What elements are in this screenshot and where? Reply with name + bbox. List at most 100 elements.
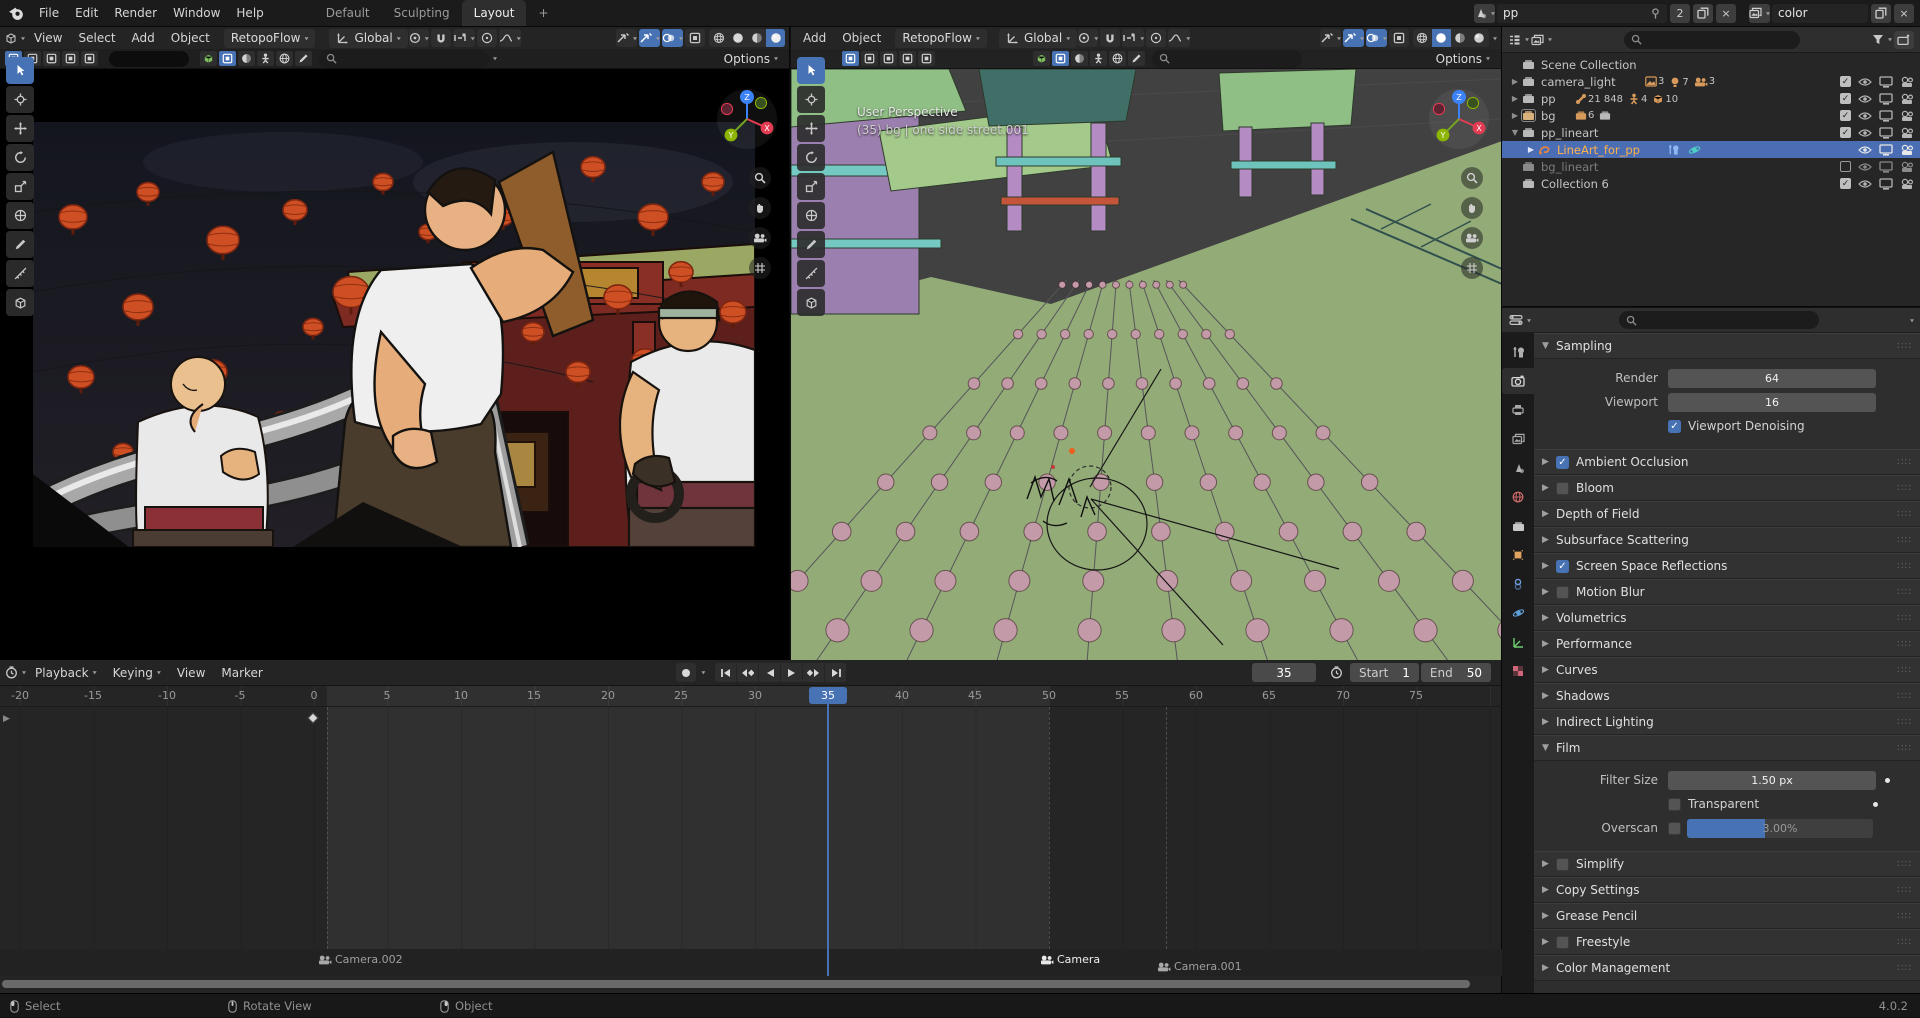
shading-wireframe-button[interactable] bbox=[709, 29, 728, 47]
panel-indirect-lighting[interactable]: ▶Indirect Lighting∷∷ bbox=[1534, 709, 1920, 735]
options-dropdown[interactable]: Options▾ bbox=[1429, 49, 1497, 68]
overlays-dropdown[interactable]: ▾ bbox=[1366, 29, 1387, 47]
shading-solid-button[interactable] bbox=[1432, 29, 1451, 47]
properties-editor-icon[interactable]: ▾ bbox=[1509, 311, 1531, 329]
annotate-tool[interactable] bbox=[797, 231, 825, 258]
retopo-half-icon[interactable] bbox=[1071, 51, 1088, 66]
snap-toggle[interactable] bbox=[1100, 29, 1120, 47]
cursor-tool[interactable] bbox=[797, 86, 825, 113]
shading-solid-button[interactable] bbox=[728, 29, 747, 47]
proportional-edit-toggle[interactable] bbox=[477, 29, 497, 47]
animate-dot-icon[interactable] bbox=[1885, 778, 1890, 783]
select-mode-box[interactable] bbox=[861, 51, 878, 66]
select-mode-paint[interactable] bbox=[81, 51, 98, 66]
panel-ambient-occlusion[interactable]: ▶✓Ambient Occlusion∷∷ bbox=[1534, 449, 1920, 475]
outliner-row-camera-light[interactable]: ▶ camera_light 3 7 3 ✓ bbox=[1502, 73, 1920, 90]
marker-camera[interactable]: Camera bbox=[1040, 953, 1100, 966]
ssr-checkbox[interactable]: ✓ bbox=[1556, 560, 1569, 573]
snap-target-dropdown[interactable]: ▾ bbox=[1122, 29, 1144, 47]
options-dropdown[interactable]: Options▾ bbox=[717, 49, 785, 68]
viewport-denoising-checkbox[interactable]: ✓ bbox=[1668, 420, 1681, 433]
menu-keying[interactable]: Keying▾ bbox=[105, 660, 169, 685]
timeline-editor-icon[interactable]: ▾ bbox=[5, 664, 26, 682]
hide-eye-icon[interactable] bbox=[1858, 179, 1872, 189]
hide-eye-icon[interactable] bbox=[1858, 145, 1872, 155]
expand-icon[interactable]: ▶ bbox=[1508, 111, 1522, 120]
shading-rendered-button[interactable] bbox=[766, 29, 785, 47]
panel-sampling[interactable]: ▼Sampling∷∷ bbox=[1534, 333, 1920, 359]
tab-object-data[interactable] bbox=[1502, 629, 1534, 655]
marker-camera-002[interactable]: Camera.002 bbox=[318, 953, 403, 966]
menu-select[interactable]: Select bbox=[71, 27, 124, 49]
outliner-display-mode-dropdown[interactable]: ▾ bbox=[1508, 31, 1529, 49]
retopo-source-icon[interactable] bbox=[1033, 51, 1050, 66]
prev-keyframe-button[interactable] bbox=[737, 663, 759, 682]
frame-end-field[interactable]: End50 bbox=[1421, 663, 1491, 682]
scene-browse-button[interactable]: ▾ bbox=[1474, 4, 1495, 23]
tab-scene[interactable] bbox=[1502, 455, 1534, 481]
scene-copy-button[interactable] bbox=[1693, 4, 1713, 23]
disable-render-icon[interactable] bbox=[1900, 178, 1914, 190]
select-mode-lasso[interactable] bbox=[899, 51, 916, 66]
menu-object[interactable]: Object bbox=[163, 27, 218, 49]
new-collection-button[interactable] bbox=[1894, 31, 1914, 49]
menu-add[interactable]: Add bbox=[795, 27, 834, 49]
xray-toggle[interactable] bbox=[685, 29, 705, 47]
frame-start-field[interactable]: Start1 bbox=[1350, 663, 1419, 682]
marker-camera-001[interactable]: Camera.001 bbox=[1157, 960, 1242, 973]
camera-view-icon[interactable] bbox=[1461, 227, 1483, 249]
filter-size-field[interactable]: 1.50 px bbox=[1668, 771, 1876, 790]
zoom-view-icon[interactable] bbox=[749, 167, 771, 189]
bloom-checkbox[interactable] bbox=[1556, 482, 1569, 495]
hide-eye-icon[interactable] bbox=[1858, 111, 1872, 121]
menu-playback[interactable]: Playback▾ bbox=[27, 660, 105, 685]
gizmo-toggle[interactable]: ▾ bbox=[1343, 29, 1364, 47]
overscan-checkbox[interactable] bbox=[1668, 822, 1681, 835]
panel-subsurface-scattering[interactable]: ▶Subsurface Scattering∷∷ bbox=[1534, 527, 1920, 553]
tab-tool[interactable] bbox=[1502, 339, 1534, 365]
menu-view[interactable]: View bbox=[169, 660, 213, 685]
properties-search-input[interactable] bbox=[1619, 311, 1819, 329]
snap-target-dropdown[interactable]: ▾ bbox=[453, 29, 475, 47]
current-frame-field[interactable]: 35 bbox=[1252, 663, 1316, 682]
playhead[interactable] bbox=[827, 700, 829, 976]
expand-icon[interactable]: ▶ bbox=[1508, 94, 1522, 103]
timeline-tracks[interactable] bbox=[0, 707, 1502, 976]
chevron-down-icon[interactable]: ▾ bbox=[701, 669, 705, 676]
exclude-checkbox[interactable]: ✓ bbox=[1840, 178, 1851, 189]
disable-render-icon[interactable] bbox=[1900, 93, 1914, 105]
panel-depth-of-field[interactable]: ▶Depth of Field∷∷ bbox=[1534, 501, 1920, 527]
active-tool-dropdown[interactable]: RetopoFlow▾ bbox=[895, 29, 987, 48]
panel-curves[interactable]: ▶Curves∷∷ bbox=[1534, 657, 1920, 683]
tab-constraints[interactable] bbox=[1502, 571, 1534, 597]
proportional-falloff-dropdown[interactable]: ▾ bbox=[1168, 29, 1190, 47]
axis-gizmo[interactable]: Z X Y bbox=[715, 87, 779, 151]
tab-render[interactable] bbox=[1502, 368, 1534, 394]
rendered-view[interactable] bbox=[33, 122, 755, 547]
tab-world[interactable] bbox=[1502, 484, 1534, 510]
tool-search-input[interactable] bbox=[1152, 50, 1302, 68]
transform-tool[interactable] bbox=[6, 202, 34, 229]
pivot-point-dropdown[interactable]: ▾ bbox=[409, 29, 429, 47]
retopo-source-icon[interactable] bbox=[200, 51, 217, 66]
measure-tool[interactable] bbox=[6, 260, 34, 287]
hide-eye-icon[interactable] bbox=[1858, 128, 1872, 138]
disable-render-icon[interactable] bbox=[1900, 76, 1914, 88]
simplify-checkbox[interactable] bbox=[1556, 858, 1569, 871]
menu-render[interactable]: Render bbox=[106, 0, 165, 26]
camera-view-icon[interactable] bbox=[749, 227, 771, 249]
retopo-stamp-icon[interactable] bbox=[1128, 51, 1145, 66]
hide-eye-icon[interactable] bbox=[1858, 162, 1872, 172]
pin-icon[interactable] bbox=[1650, 8, 1661, 19]
exclude-checkbox[interactable]: ✓ bbox=[1840, 93, 1851, 104]
workspace-tab-sculpting[interactable]: Sculpting bbox=[382, 0, 462, 26]
retopo-world-icon[interactable] bbox=[276, 51, 293, 66]
scene-unlink-button[interactable]: × bbox=[1716, 4, 1736, 23]
viewport-rendered[interactable]: ▾ View Select Add Object RetopoFlow▾ Glo… bbox=[0, 27, 790, 660]
tab-physics[interactable] bbox=[1502, 600, 1534, 626]
active-tool-dropdown[interactable]: RetopoFlow▾ bbox=[224, 29, 316, 48]
select-mode-tweak[interactable] bbox=[842, 51, 859, 66]
gizmo-toggle[interactable]: ▾ bbox=[639, 29, 660, 47]
overscan-slider[interactable]: 3.00% bbox=[1687, 819, 1873, 838]
tool-search-input[interactable] bbox=[319, 50, 489, 68]
